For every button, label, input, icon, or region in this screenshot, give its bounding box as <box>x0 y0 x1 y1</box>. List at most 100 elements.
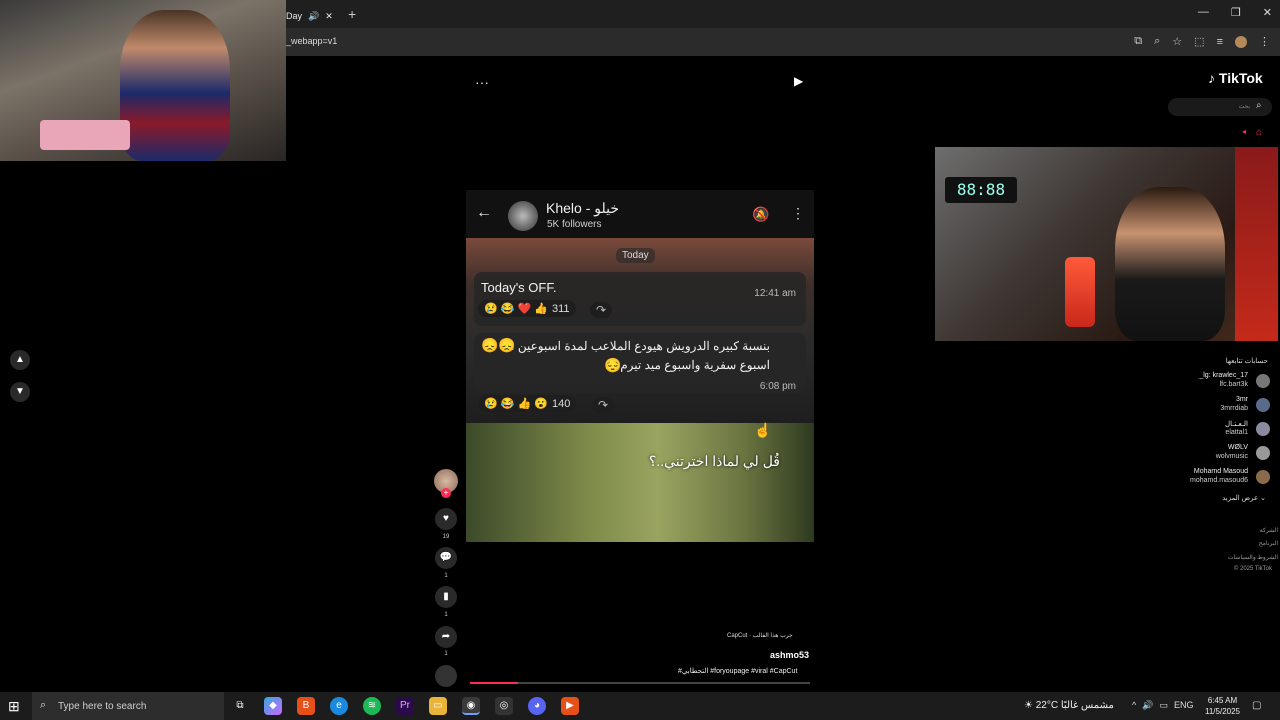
followed-account[interactable]: 3mr 3mrrdiab <box>1150 396 1270 416</box>
app-icon[interactable]: ▶ <box>561 697 579 715</box>
followed-account[interactable]: WØLV wolvmusic <box>1150 444 1270 464</box>
comment-count: 1 <box>444 573 448 579</box>
account-avatar <box>1256 446 1270 460</box>
system-tray: ^ 🔊 ▭ ENG <box>1132 700 1193 711</box>
account-avatar <box>1256 470 1270 484</box>
embedded-clip: قُل لي لماذا اخترتني..؟ <box>466 423 814 542</box>
bookmark-star-icon[interactable]: ☆ <box>1172 35 1182 48</box>
video-hashtags[interactable]: #التحطابي #foryoupage #viral #CapCut <box>678 667 797 675</box>
more-vertical-icon: ⋮ <box>791 205 805 221</box>
message-bubble: بنسبة كبيره الدرويش هيودع الملاعب لمدة ا… <box>474 333 806 393</box>
edge-icon[interactable]: e <box>330 697 348 715</box>
next-video-button[interactable]: ▼ <box>10 382 30 402</box>
system-clock[interactable]: 6:45 AM 11/5/2025 <box>1205 695 1240 717</box>
clip-caption: قُل لي لماذا اخترتني..؟ <box>648 453 780 469</box>
browser-menu-icon[interactable]: ⋮ <box>1259 35 1270 48</box>
copilot-icon[interactable]: ◆ <box>264 697 282 715</box>
new-tab-button[interactable]: + <box>348 6 356 22</box>
mouse-pointer-icon: ▶ <box>794 74 804 88</box>
video-progress-bar[interactable] <box>470 682 810 684</box>
reaction-count: 311 <box>551 302 570 315</box>
streamer-webcam-right: 88:88 <box>935 147 1278 341</box>
brave-icon[interactable]: B <box>297 697 315 715</box>
restore-button[interactable]: ❐ <box>1231 6 1241 19</box>
home-icon[interactable]: ⌂ <box>1256 127 1262 138</box>
footer-link[interactable]: الشروط والسياسات <box>1228 554 1278 561</box>
obs-icon[interactable]: ◎ <box>495 697 513 715</box>
reactions-bar: 😢 😂 ❤️ 👍 311 <box>478 300 576 317</box>
music-disc-icon[interactable] <box>435 665 457 687</box>
mute-bell-icon: 🔕 <box>752 206 770 222</box>
see-more-link[interactable]: عرض المزيد ⌄ <box>1222 494 1266 502</box>
author-username[interactable]: ashmo53 <box>770 650 809 660</box>
channel-header: ← Khelo - خيلو 5K followers 🔕 ⋮ <box>466 190 814 238</box>
search-icon[interactable]: ⌕ <box>1256 100 1262 111</box>
media-controls-icon[interactable]: ≡ <box>1217 36 1223 48</box>
minimize-button[interactable]: — <box>1198 6 1209 19</box>
video-player[interactable]: ← Khelo - خيلو 5K followers 🔕 ⋮ Today To… <box>466 190 814 542</box>
channel-name: Khelo - خيلو <box>546 200 619 216</box>
file-explorer-icon[interactable]: ▭ <box>429 697 447 715</box>
date-chip: Today <box>616 248 655 263</box>
browser-tab[interactable]: Day 🔊 ✕ <box>286 4 346 28</box>
share-count: 1 <box>444 651 448 657</box>
audio-icon[interactable]: 🔊 <box>308 11 319 22</box>
footer-link[interactable]: الشركة <box>1260 527 1278 534</box>
more-options-icon[interactable]: ··· <box>475 74 489 90</box>
premiere-icon[interactable]: Pr <box>396 697 414 715</box>
tiktok-logo[interactable]: ♪ TikTok <box>1208 70 1263 86</box>
taskbar-search-placeholder: Type here to search <box>58 701 147 712</box>
windows-start-icon[interactable]: ⊞ <box>8 698 20 715</box>
weather-widget[interactable]: ☀ 22°C مشمس غالبًا <box>1024 700 1114 711</box>
tab-title: Day <box>286 11 303 21</box>
close-tab-icon[interactable]: ✕ <box>325 11 333 22</box>
message-emoji: 😔 <box>604 357 622 373</box>
followed-account[interactable]: الـعـتـال elattal1 <box>1150 420 1270 440</box>
share-icon[interactable]: ➦ <box>435 626 457 648</box>
reaction-emojis: 😢 😂 👍 😮 <box>484 398 548 410</box>
follow-plus-icon[interactable]: + <box>441 488 451 498</box>
zoom-icon[interactable]: ⌕ <box>1154 35 1160 48</box>
task-view-icon[interactable]: ⧉ <box>231 697 249 715</box>
capcut-template-link[interactable]: CapCut · جرب هذا القالب <box>727 632 793 639</box>
spotify-icon[interactable]: ≋ <box>363 697 381 715</box>
streamer-webcam-left <box>0 0 286 161</box>
close-window-button[interactable]: ✕ <box>1263 6 1272 19</box>
install-app-icon[interactable]: ⧉ <box>1134 35 1142 48</box>
save-count: 1 <box>444 612 448 618</box>
like-heart-icon[interactable]: ♥ <box>435 508 457 530</box>
message-text: Today's OFF. <box>481 280 557 295</box>
followed-account[interactable]: _lg: krawlec_17 lfc.bart3k <box>1150 372 1270 392</box>
account-avatar <box>1256 422 1270 436</box>
notification-icon[interactable]: ▢ <box>1252 700 1261 711</box>
followed-account[interactable]: Mohamd Masoud mohamd.masoud6 <box>1150 468 1270 488</box>
message-bubble: Today's OFF. 12:41 am <box>474 272 806 326</box>
volume-icon[interactable]: 🔊 <box>1142 700 1153 711</box>
footer-link[interactable]: البرنامج <box>1259 540 1278 547</box>
live-indicator-icon[interactable]: ◂ <box>1242 127 1246 136</box>
window-controls: — ❐ ✕ <box>1198 6 1272 19</box>
message-text: بنسبة كبيره الدرويش هيودع الملاعب لمدة ا… <box>510 339 770 353</box>
forward-icon: ↷ <box>590 302 613 318</box>
like-count: 19 <box>442 534 450 540</box>
back-arrow-icon: ← <box>476 204 492 221</box>
profile-avatar[interactable] <box>1235 35 1247 48</box>
language-indicator[interactable]: ENG <box>1174 700 1194 711</box>
discord-icon[interactable]: ◕ <box>528 697 546 715</box>
message-time: 12:41 am <box>754 288 796 299</box>
browser-toolbar: _webapp=v1 ⧉ ⌕ ☆ ⬚ ≡ ⋮ <box>286 28 1280 56</box>
channel-followers: 5K followers <box>547 219 602 230</box>
windows-taskbar: ⊞ ⌕ Type here to search ⧉ ◆ B e ≋ Pr ▭ ◉… <box>0 692 1280 720</box>
comment-icon[interactable]: 💬 <box>435 547 457 569</box>
chrome-icon[interactable]: ◉ <box>462 697 480 715</box>
address-bar[interactable]: _webapp=v1 <box>286 36 337 46</box>
extensions-icon[interactable]: ⬚ <box>1194 35 1204 48</box>
copyright: © 2025 TikTok <box>1233 566 1272 572</box>
taskbar-search[interactable]: ⌕ Type here to search <box>32 692 224 720</box>
previous-video-button[interactable]: ▲ <box>10 350 30 370</box>
search-icon: ⌕ <box>40 699 47 711</box>
reactions-bar: 😢 😂 👍 😮 140 <box>478 395 577 412</box>
tray-chevron-icon[interactable]: ^ <box>1132 700 1136 711</box>
network-icon[interactable]: ▭ <box>1159 700 1168 711</box>
bookmark-icon[interactable]: ▮ <box>435 586 457 608</box>
